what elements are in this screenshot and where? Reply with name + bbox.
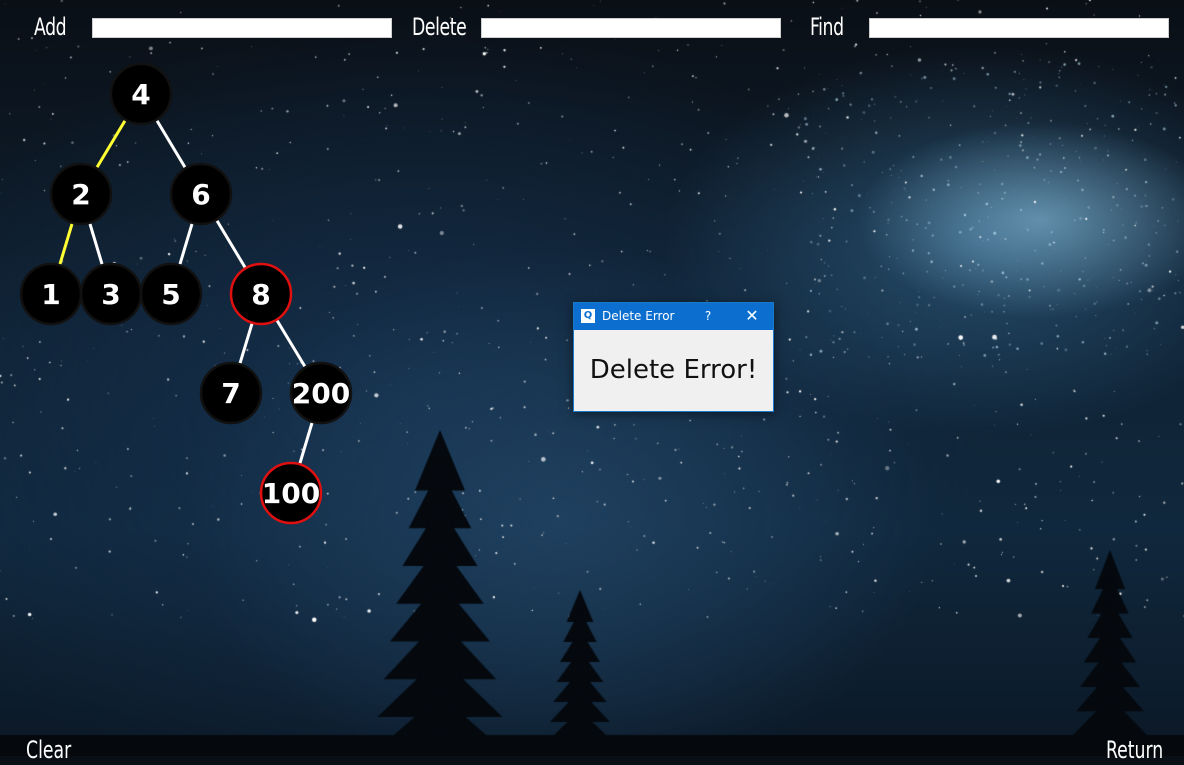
help-button[interactable]: ?	[702, 309, 714, 323]
clear-button[interactable]: Clear	[26, 735, 71, 765]
delete-label: Delete	[412, 13, 467, 41]
delete-input[interactable]	[481, 18, 781, 38]
dialog-titlebar[interactable]: Q Delete Error ? ✕	[574, 303, 773, 330]
dialog-message: Delete Error!	[589, 355, 758, 385]
delete-error-dialog: Q Delete Error ? ✕ Delete Error!	[573, 302, 774, 412]
close-icon[interactable]: ✕	[744, 306, 760, 326]
add-label: Add	[34, 13, 67, 41]
find-label: Find	[810, 13, 844, 41]
return-button[interactable]: Return	[1106, 735, 1163, 765]
dialog-title: Delete Error	[602, 309, 675, 323]
add-input[interactable]	[92, 18, 392, 38]
app-icon: Q	[581, 309, 595, 323]
find-input[interactable]	[869, 18, 1169, 38]
